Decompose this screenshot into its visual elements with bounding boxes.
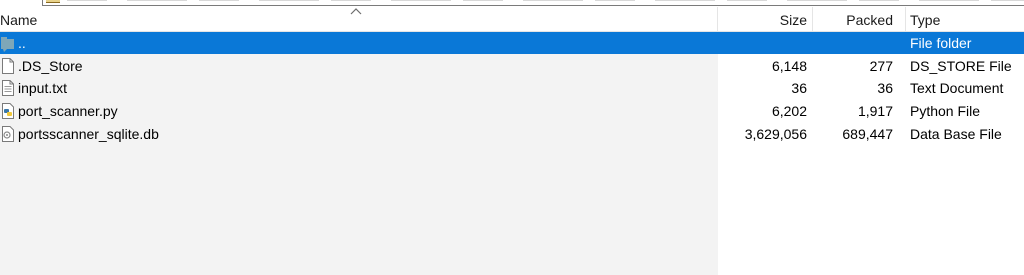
archive-icon bbox=[46, 0, 60, 3]
file-type: Data Base File bbox=[910, 126, 1002, 142]
address-bar[interactable] bbox=[42, 0, 1024, 6]
file-row[interactable]: port_scanner.py 6,202 1,917 Python File bbox=[0, 100, 1024, 122]
column-header-size[interactable]: Size bbox=[780, 7, 807, 31]
file-row[interactable]: .DS_Store 6,148 277 DS_STORE File bbox=[0, 55, 1024, 77]
file-name: .DS_Store bbox=[18, 58, 83, 74]
file-list[interactable]: .. File folder .DS_Store 6,148 277 DS_ST… bbox=[0, 32, 1024, 275]
file-type: File folder bbox=[910, 35, 972, 51]
file-packed-size: 689,447 bbox=[842, 126, 893, 142]
file-name: input.txt bbox=[18, 80, 68, 96]
file-packed-size: 277 bbox=[869, 58, 893, 74]
file-type: DS_STORE File bbox=[910, 58, 1012, 74]
column-separator[interactable] bbox=[812, 7, 813, 31]
file-size: 6,148 bbox=[771, 58, 807, 74]
sort-ascending-icon bbox=[350, 8, 362, 15]
address-bar-strip bbox=[0, 0, 1024, 6]
file-name: portsscanner_sqlite.db bbox=[18, 126, 159, 142]
column-separator[interactable] bbox=[905, 7, 906, 31]
file-name: .. bbox=[18, 35, 26, 51]
file-packed-size: 36 bbox=[877, 80, 893, 96]
file-icon bbox=[2, 58, 14, 74]
file-name: port_scanner.py bbox=[18, 103, 118, 119]
file-size: 36 bbox=[791, 80, 807, 96]
python-file-icon bbox=[2, 103, 14, 119]
text-file-icon bbox=[2, 80, 14, 96]
file-row[interactable]: input.txt 36 36 Text Document bbox=[0, 77, 1024, 99]
column-separator[interactable] bbox=[717, 7, 718, 31]
file-type: Text Document bbox=[910, 80, 1004, 96]
column-header: Name Size Packed Type bbox=[0, 7, 1024, 32]
database-file-icon bbox=[2, 126, 14, 142]
file-type: Python File bbox=[910, 103, 981, 119]
file-size: 3,629,056 bbox=[744, 126, 807, 142]
file-size: 6,202 bbox=[771, 103, 807, 119]
column-header-type[interactable]: Type bbox=[910, 7, 940, 31]
folder-up-icon bbox=[1, 37, 14, 52]
file-packed-size: 1,917 bbox=[857, 103, 893, 119]
file-row-parent[interactable]: .. File folder bbox=[0, 32, 1024, 54]
file-row[interactable]: portsscanner_sqlite.db 3,629,056 689,447… bbox=[0, 123, 1024, 145]
address-text-cutoff bbox=[67, 0, 1024, 1]
column-header-packed[interactable]: Packed bbox=[846, 7, 893, 31]
column-header-name[interactable]: Name bbox=[0, 7, 37, 31]
